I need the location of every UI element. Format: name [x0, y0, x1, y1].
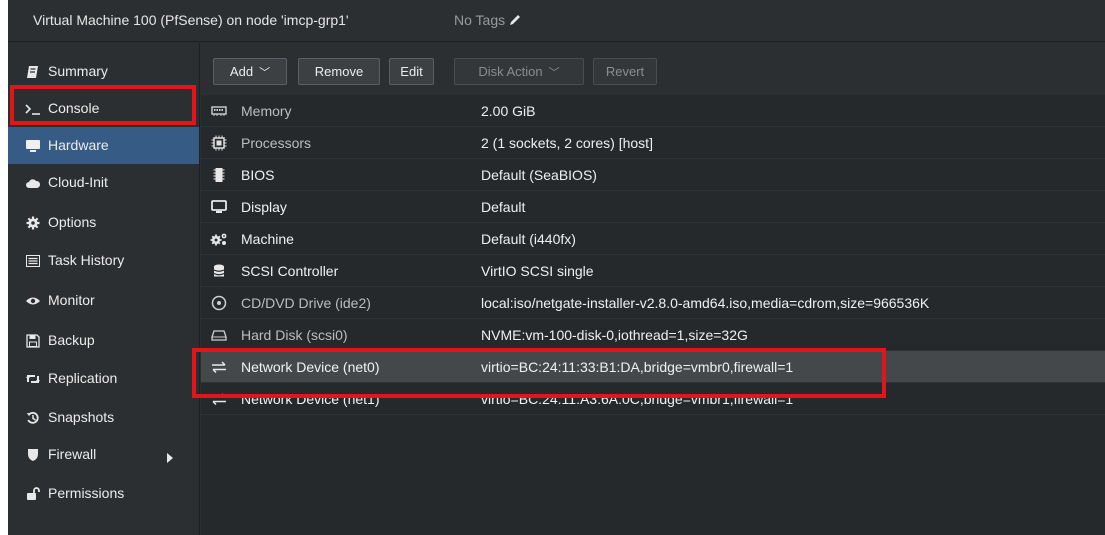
sidebar-item-label: Monitor — [48, 292, 95, 308]
desktop-icon — [209, 191, 229, 223]
hardware-value: virtio=BC:24:11:33:B1:DA,bridge=vmbr0,fi… — [481, 359, 794, 375]
sidebar-item-options[interactable]: Options — [8, 204, 199, 241]
cpu-icon — [209, 127, 229, 159]
hdd-icon — [209, 319, 229, 351]
tags-editor[interactable]: No Tags — [454, 12, 522, 28]
sidebar-item-permissions[interactable]: Permissions — [8, 475, 199, 512]
disk-action-button[interactable]: Disk Action ﹀ — [454, 58, 584, 85]
hardware-grid: Memory 2.00 GiB Processors 2 (1 sockets,… — [201, 95, 1105, 535]
sidebar-item-task-history[interactable]: Task History — [8, 242, 199, 279]
disk-action-label: Disk Action — [478, 64, 543, 79]
hardware-value: VirtIO SCSI single — [481, 263, 594, 279]
proxmox-vm-panel: Virtual Machine 100 (PfSense) on node 'i… — [8, 0, 1105, 535]
cogs-icon — [209, 223, 229, 255]
sidebar-item-snapshots[interactable]: Snapshots — [8, 399, 199, 436]
hardware-key: Network Device (net1) — [241, 391, 380, 407]
unlock-icon — [24, 475, 42, 512]
chevron-down-icon: ﹀ — [259, 66, 271, 79]
remove-button[interactable]: Remove — [298, 58, 380, 85]
database-icon — [209, 255, 229, 287]
sidebar-item-backup[interactable]: Backup — [8, 322, 199, 359]
sidebar-item-cloud-init[interactable]: Cloud-Init — [8, 164, 199, 201]
edit-button-label: Edit — [400, 64, 423, 79]
floppy-icon — [24, 322, 42, 359]
hardware-key: SCSI Controller — [241, 263, 339, 279]
exchange-icon — [209, 383, 229, 415]
sidebar-item-label: Cloud-Init — [48, 174, 108, 190]
revert-button-label: Revert — [605, 64, 645, 79]
list-icon — [24, 242, 42, 279]
sidebar-item-label: Backup — [48, 332, 95, 348]
sidebar-item-label: Firewall — [48, 446, 97, 462]
hardware-key: Memory — [241, 103, 292, 119]
hardware-value: 2.00 GiB — [481, 103, 536, 119]
remove-button-label: Remove — [314, 64, 364, 79]
hardware-row-processors[interactable]: Processors 2 (1 sockets, 2 cores) [host] — [201, 127, 1105, 159]
revert-button[interactable]: Revert — [593, 58, 657, 85]
caret-right-icon — [167, 450, 173, 466]
sidebar-item-monitor[interactable]: Monitor — [8, 282, 199, 319]
hardware-row-hard-disk[interactable]: Hard Disk (scsi0) NVME:vm-100-disk-0,iot… — [201, 319, 1105, 351]
hardware-key: BIOS — [241, 167, 275, 183]
cloud-icon — [24, 164, 42, 201]
hardware-value: Default — [481, 199, 526, 215]
cdrom-icon — [209, 287, 229, 319]
hardware-row-scsi-controller[interactable]: SCSI Controller VirtIO SCSI single — [201, 255, 1105, 287]
hardware-key: Machine — [241, 231, 294, 247]
gear-icon — [24, 204, 42, 241]
book-icon — [24, 53, 42, 90]
sidebar-item-label: Hardware — [48, 137, 109, 153]
history-icon — [24, 399, 42, 436]
memory-icon — [209, 95, 229, 127]
hardware-toolbar: Add ﹀ Remove Edit Disk Action ﹀ Revert — [201, 43, 1105, 95]
hardware-row-net0[interactable]: Network Device (net0) virtio=BC:24:11:33… — [201, 351, 1105, 383]
hardware-key: Processors — [241, 135, 312, 151]
tags-label: No Tags — [454, 12, 506, 28]
terminal-icon — [24, 90, 42, 127]
sidebar-item-replication[interactable]: Replication — [8, 360, 199, 397]
microchip-icon — [209, 159, 229, 191]
hardware-key: Network Device (net0) — [241, 359, 380, 375]
hardware-row-net1[interactable]: Network Device (net1) virtio=BC:24:11:A3… — [201, 383, 1105, 415]
hardware-value: 2 (1 sockets, 2 cores) [host] — [481, 135, 653, 151]
add-button-label: Add — [229, 64, 254, 79]
sidebar-item-console[interactable]: Console — [8, 90, 199, 127]
hardware-value: virtio=BC:24:11:A3:6A:0C,bridge=vmbr1,fi… — [481, 391, 794, 407]
sidebar-item-label: Task History — [48, 252, 125, 268]
hardware-value: local:iso/netgate-installer-v2.8.0-amd64… — [481, 295, 930, 311]
panel-header: Virtual Machine 100 (PfSense) on node 'i… — [8, 0, 1105, 42]
sidebar-item-label: Summary — [48, 63, 108, 79]
hardware-row-display[interactable]: Display Default — [201, 191, 1105, 223]
sidebar-item-label: Permissions — [48, 485, 125, 501]
sidebar-item-hardware[interactable]: Hardware — [8, 127, 199, 164]
add-button[interactable]: Add ﹀ — [213, 58, 287, 85]
sidebar-item-label: Console — [48, 100, 100, 116]
hardware-row-cdrom[interactable]: CD/DVD Drive (ide2) local:iso/netgate-in… — [201, 287, 1105, 319]
chevron-down-icon: ﹀ — [548, 66, 560, 79]
hardware-row-machine[interactable]: Machine Default (i440fx) — [201, 223, 1105, 255]
hardware-value: Default (i440fx) — [481, 231, 576, 247]
sidebar-item-label: Replication — [48, 370, 118, 386]
sidebar-item-label: Snapshots — [48, 409, 115, 425]
shield-icon — [24, 436, 42, 473]
retweet-icon — [24, 360, 42, 397]
sidebar-item-label: Options — [48, 214, 97, 230]
pencil-icon[interactable] — [508, 13, 522, 27]
hardware-key: Display — [241, 199, 287, 215]
page-title: Virtual Machine 100 (PfSense) on node 'i… — [33, 12, 349, 28]
hardware-key: CD/DVD Drive (ide2) — [241, 295, 371, 311]
exchange-icon — [209, 351, 229, 383]
sidebar-item-firewall[interactable]: Firewall — [8, 436, 199, 473]
desktop-icon — [24, 127, 42, 164]
hardware-key: Hard Disk (scsi0) — [241, 327, 348, 343]
vm-sidebar: Summary Console Hardware Cloud-Init Opti… — [8, 43, 200, 535]
hardware-value: NVME:vm-100-disk-0,iothread=1,size=32G — [481, 327, 748, 343]
edit-button[interactable]: Edit — [389, 58, 434, 85]
hardware-row-memory[interactable]: Memory 2.00 GiB — [201, 95, 1105, 127]
sidebar-item-summary[interactable]: Summary — [8, 53, 199, 90]
hardware-value: Default (SeaBIOS) — [481, 167, 597, 183]
eye-icon — [24, 282, 42, 319]
hardware-row-bios[interactable]: BIOS Default (SeaBIOS) — [201, 159, 1105, 191]
